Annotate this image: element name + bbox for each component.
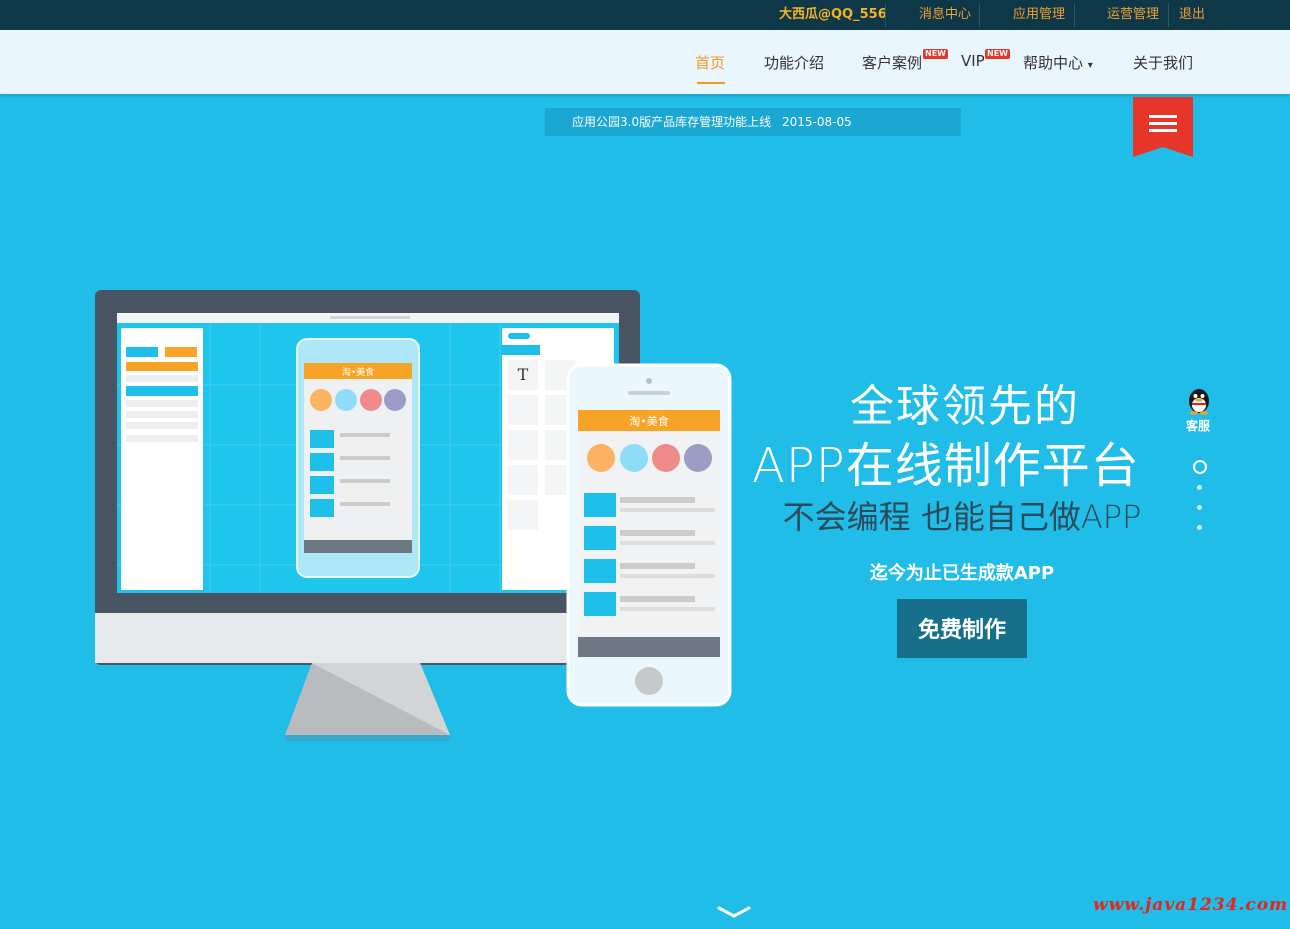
chevron-down-icon: ▾ [1087,60,1093,71]
announcement-text: 应用公园3.0版产品库存管理功能上线 [572,115,772,129]
hero-line1: 全球领先的 [850,381,1080,432]
nav-home[interactable]: 首页 [695,52,725,73]
slide-dot[interactable] [1197,505,1202,510]
app-title-small: 淘•美食 [342,366,374,378]
top-bar: 大西瓜@QQ_556 消息中心 应用管理 运营管理 退出 [0,0,1290,30]
text-tool-icon: T [518,365,529,384]
username-link[interactable]: 大西瓜@QQ_556 [779,0,887,30]
hero-line4: 迄今为止已生成款APP [869,563,1055,584]
messages-link[interactable]: 消息中心 [919,0,971,30]
slide-dot[interactable] [1197,525,1202,530]
hero-line3: 不会编程 也能自己做APP [782,498,1142,536]
new-badge: NEW [985,49,1010,59]
divider [1074,3,1075,27]
chevron-down-icon[interactable] [716,904,752,920]
main-nav: 首页 功能介绍 客户案例 NEW VIP NEW 帮助中心 ▾ 关于我们 [0,30,1290,94]
divider [885,3,886,27]
watermark: www.java1234.com [1093,895,1289,915]
nav-vip[interactable]: VIP [961,52,985,70]
active-underline [697,82,725,84]
operations-link[interactable]: 运营管理 [1107,0,1159,30]
slide-dot-active[interactable] [1193,460,1207,474]
hero-line2: APP在线制作平台 [752,438,1140,494]
free-create-button[interactable]: 免费制作 [897,599,1027,658]
nav-about[interactable]: 关于我们 [1133,52,1193,73]
nav-help[interactable]: 帮助中心 ▾ [1023,52,1093,73]
nav-features[interactable]: 功能介绍 [764,52,824,73]
new-badge: NEW [923,49,948,59]
divider [1168,3,1169,27]
divider [979,3,980,27]
nav-cases[interactable]: 客户案例 [862,52,922,73]
announcement-bar[interactable]: 应用公园3.0版产品库存管理功能上线 2015-08-05 [545,108,961,136]
qq-penguin-icon[interactable] [1183,386,1215,418]
app-title-large: 淘•美食 [629,414,669,428]
menu-ribbon-icon[interactable] [1133,97,1193,157]
nav-help-label: 帮助中心 [1023,54,1084,72]
slide-dot[interactable] [1197,485,1202,490]
announcement-date: 2015-08-05 [782,115,852,129]
app-manage-link[interactable]: 应用管理 [1013,0,1065,30]
logout-link[interactable]: 退出 [1179,0,1205,30]
hero-illustration: T 淘•美食 淘•美食 [95,290,732,741]
customer-service-label[interactable]: 客服 [1186,417,1210,434]
